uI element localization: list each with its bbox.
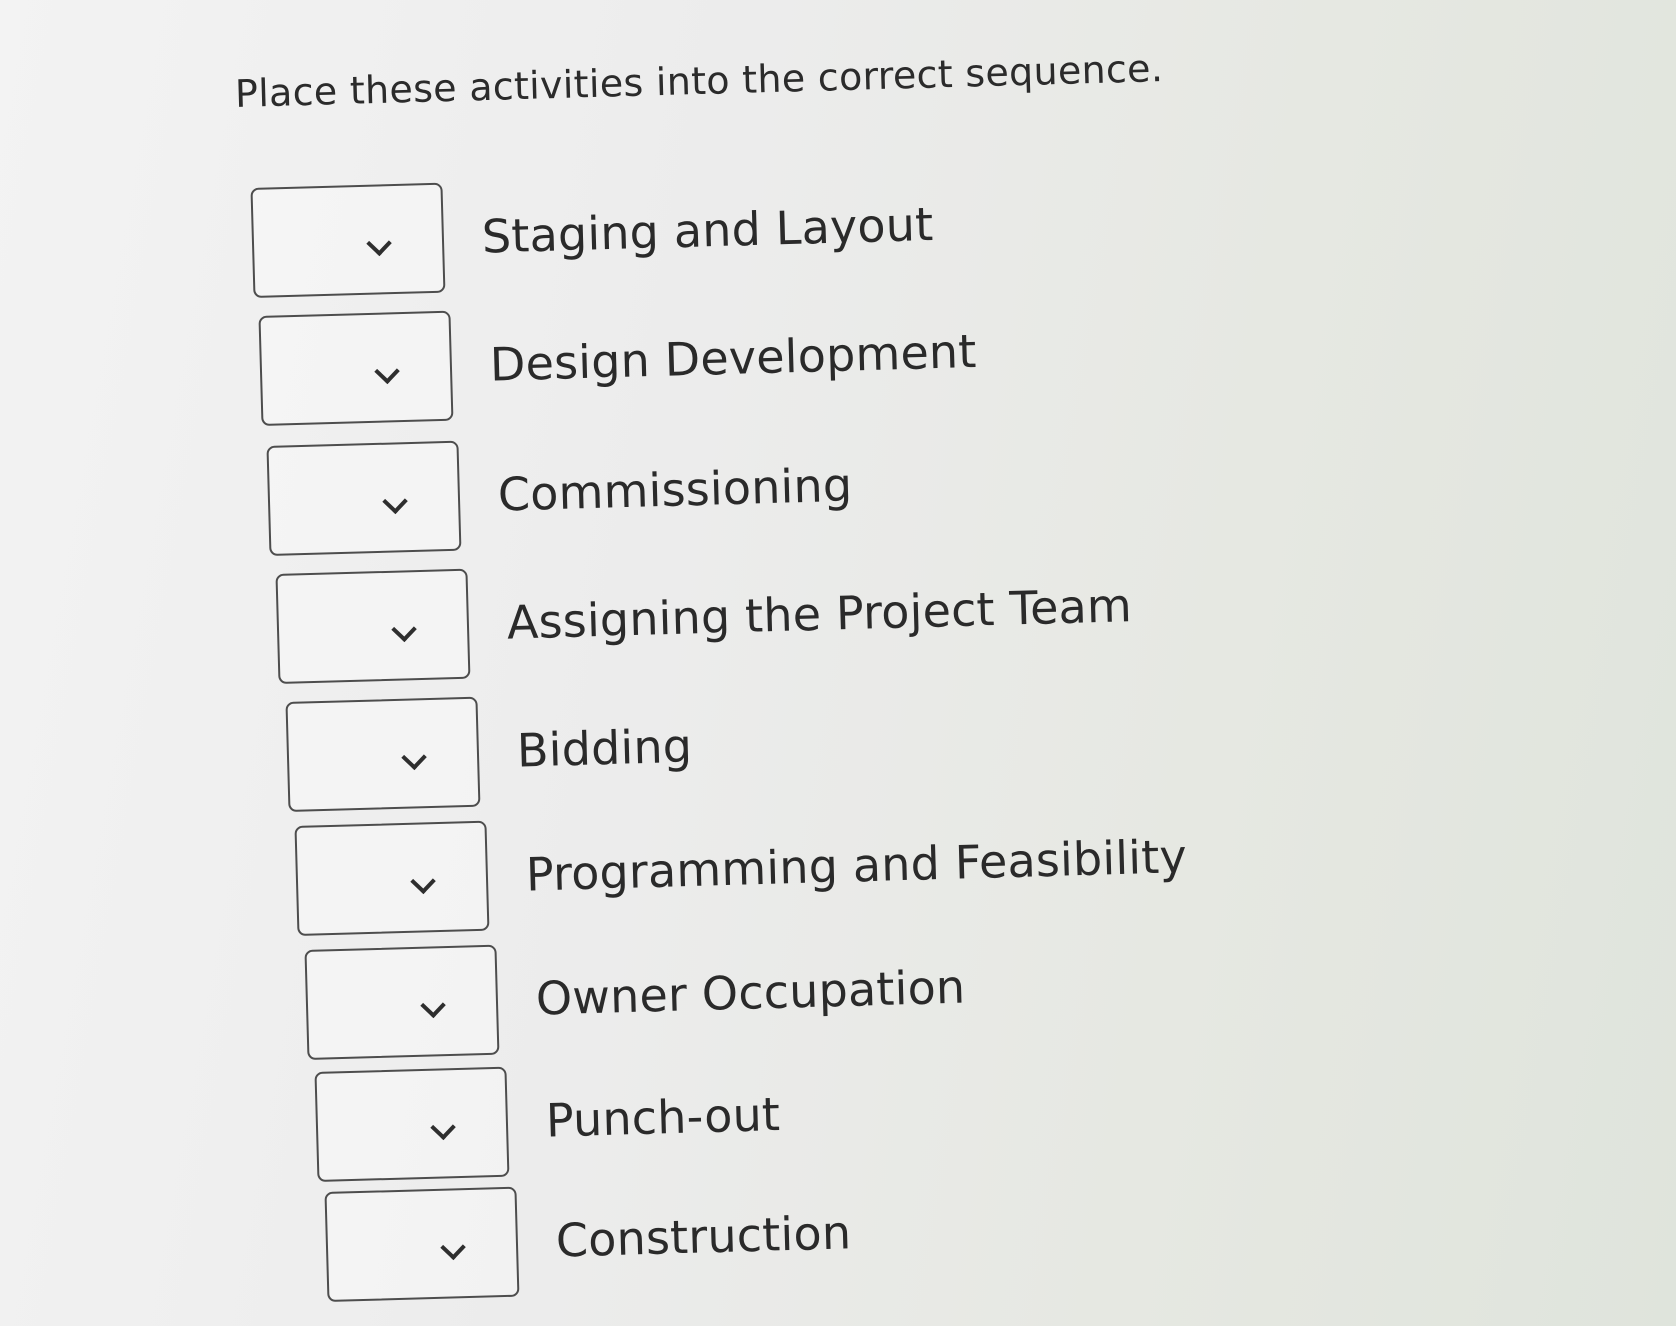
- chevron-down-icon: [366, 230, 392, 257]
- sequence-row-owner-occupation: Owner Occupation: [304, 932, 966, 1060]
- activity-label: Programming and Feasibility: [525, 829, 1188, 902]
- sequence-row-construction: Construction: [324, 1177, 852, 1302]
- chevron-down-icon: [430, 1114, 456, 1141]
- sequence-row-commissioning: Commissioning: [266, 430, 853, 556]
- chevron-down-icon: [391, 616, 417, 643]
- activity-label: Bidding: [516, 718, 693, 778]
- activity-label: Assigning the Project Team: [506, 578, 1133, 650]
- activity-label: Commissioning: [497, 457, 853, 522]
- sequence-dropdown-owner-occupation[interactable]: [304, 944, 500, 1060]
- chevron-down-icon: [382, 488, 408, 515]
- sequence-dropdown-project-team[interactable]: [275, 568, 471, 684]
- question-prompt: Place these activities into the correct …: [234, 46, 1164, 116]
- sequence-row-staging: Staging and Layout: [250, 169, 934, 298]
- activity-label: Punch-out: [545, 1087, 781, 1148]
- sequence-dropdown-bidding[interactable]: [285, 696, 481, 812]
- activity-label: Design Development: [489, 323, 978, 392]
- sequence-row-design-development: Design Development: [258, 296, 978, 426]
- activity-label: Construction: [555, 1205, 852, 1268]
- activity-label: Owner Occupation: [535, 959, 966, 1026]
- chevron-down-icon: [410, 868, 436, 895]
- sequence-row-bidding: Bidding: [285, 691, 693, 812]
- chevron-down-icon: [420, 992, 446, 1019]
- chevron-down-icon: [440, 1234, 466, 1261]
- sequence-dropdown-commissioning[interactable]: [266, 440, 462, 556]
- sequence-dropdown-staging[interactable]: [250, 182, 446, 298]
- sequence-row-project-team: Assigning the Project Team: [275, 550, 1133, 684]
- sequence-dropdown-programming[interactable]: [294, 820, 490, 936]
- sequence-dropdown-construction[interactable]: [324, 1186, 520, 1302]
- sequence-row-punch-out: Punch-out: [314, 1059, 781, 1182]
- chevron-down-icon: [401, 744, 427, 771]
- activity-label: Staging and Layout: [481, 196, 935, 264]
- sequence-dropdown-design-development[interactable]: [258, 310, 454, 426]
- sequence-dropdown-punch-out[interactable]: [314, 1066, 510, 1182]
- chevron-down-icon: [374, 358, 400, 385]
- sequence-row-programming: Programming and Feasibility: [294, 801, 1188, 936]
